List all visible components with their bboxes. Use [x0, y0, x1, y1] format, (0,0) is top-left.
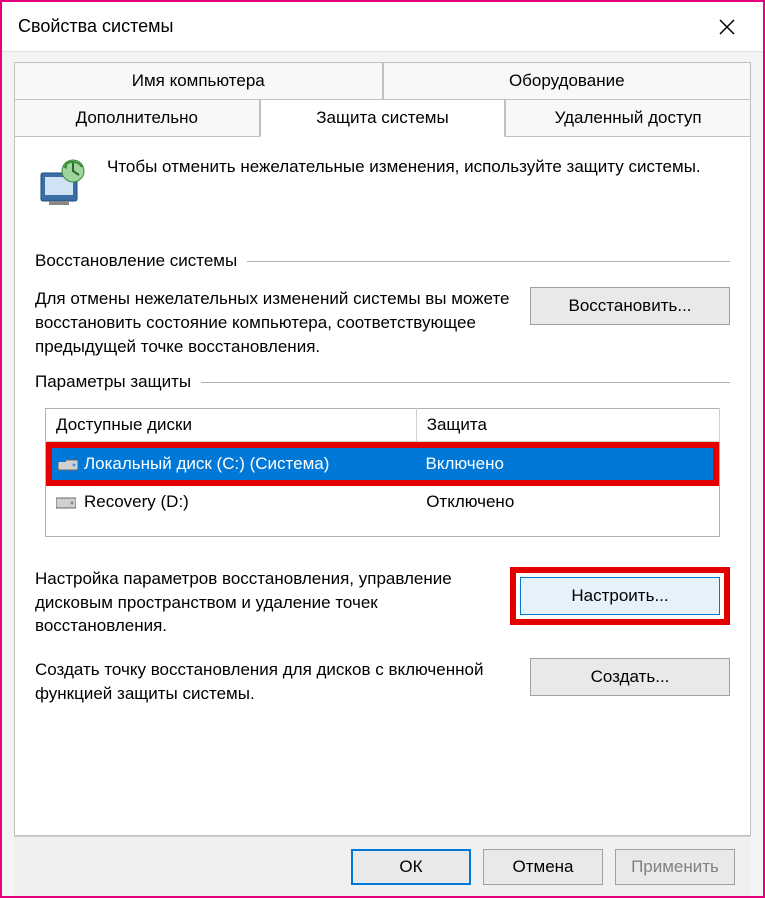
titlebar: Свойства системы — [2, 2, 763, 52]
close-icon — [719, 19, 735, 35]
divider — [201, 382, 730, 383]
tab-remote[interactable]: Удаленный доступ — [505, 99, 751, 136]
column-header-drive[interactable]: Доступные диски — [46, 409, 417, 442]
system-properties-window: Свойства системы Имя компьютера Оборудов… — [0, 0, 765, 898]
red-highlight-box: Настроить... — [510, 567, 730, 625]
highlighted-row-wrapper: Локальный диск (C:) (Система) Включено — [46, 442, 720, 487]
tab-system-protection[interactable]: Защита системы — [260, 99, 506, 137]
create-description: Создать точку восстановления для дисков … — [35, 658, 510, 706]
tab-advanced[interactable]: Дополнительно — [14, 99, 260, 136]
drive-status: Включено — [416, 448, 713, 480]
dialog-footer: ОК Отмена Применить — [14, 836, 751, 896]
intro-block: Чтобы отменить нежелательные изменения, … — [35, 155, 730, 211]
table-header-row: Доступные диски Защита — [46, 409, 720, 442]
window-title: Свойства системы — [18, 16, 707, 37]
create-button[interactable]: Создать... — [530, 658, 730, 696]
drive-icon — [58, 456, 78, 472]
system-protection-icon — [35, 155, 91, 211]
column-header-status[interactable]: Защита — [416, 409, 719, 442]
restore-section-header: Восстановление системы — [35, 251, 730, 271]
cancel-button[interactable]: Отмена — [483, 849, 603, 885]
close-button[interactable] — [707, 7, 747, 47]
create-row: Создать точку восстановления для дисков … — [35, 658, 730, 706]
tab-panel-system-protection: Чтобы отменить нежелательные изменения, … — [14, 136, 751, 836]
restore-button[interactable]: Восстановить... — [530, 287, 730, 325]
table-row[interactable]: Локальный диск (C:) (Система) — [52, 448, 416, 480]
drive-status: Отключено — [416, 486, 719, 518]
content-area: Имя компьютера Оборудование Дополнительн… — [2, 52, 763, 896]
drive-name: Локальный диск (C:) (Система) — [84, 454, 329, 474]
restore-description: Для отмены нежелательных изменений систе… — [35, 287, 510, 358]
configure-button[interactable]: Настроить... — [520, 577, 720, 615]
intro-text: Чтобы отменить нежелательные изменения, … — [107, 155, 701, 179]
tab-hardware[interactable]: Оборудование — [383, 62, 752, 99]
tabs-row-2: Дополнительно Защита системы Удаленный д… — [14, 99, 751, 136]
protection-section-header: Параметры защиты — [35, 372, 730, 392]
tabs-row-1: Имя компьютера Оборудование — [14, 62, 751, 99]
drive-name: Recovery (D:) — [84, 492, 189, 512]
divider — [247, 261, 730, 262]
table-empty-row — [46, 518, 720, 536]
drive-icon — [56, 494, 76, 510]
apply-button[interactable]: Применить — [615, 849, 735, 885]
configure-description: Настройка параметров восстановления, упр… — [35, 567, 490, 638]
tab-computer-name[interactable]: Имя компьютера — [14, 62, 383, 99]
protection-drives-table: Доступные диски Защита — [45, 408, 720, 537]
restore-row: Для отмены нежелательных изменений систе… — [35, 287, 730, 358]
ok-button[interactable]: ОК — [351, 849, 471, 885]
protection-heading: Параметры защиты — [35, 372, 191, 392]
restore-heading: Восстановление системы — [35, 251, 237, 271]
configure-row: Настройка параметров восстановления, упр… — [35, 567, 730, 638]
red-highlight-box: Локальный диск (C:) (Система) Включено — [46, 442, 719, 486]
protection-table-wrapper: Доступные диски Защита — [45, 408, 720, 537]
table-row[interactable]: Recovery (D:) Отключено — [46, 486, 720, 518]
